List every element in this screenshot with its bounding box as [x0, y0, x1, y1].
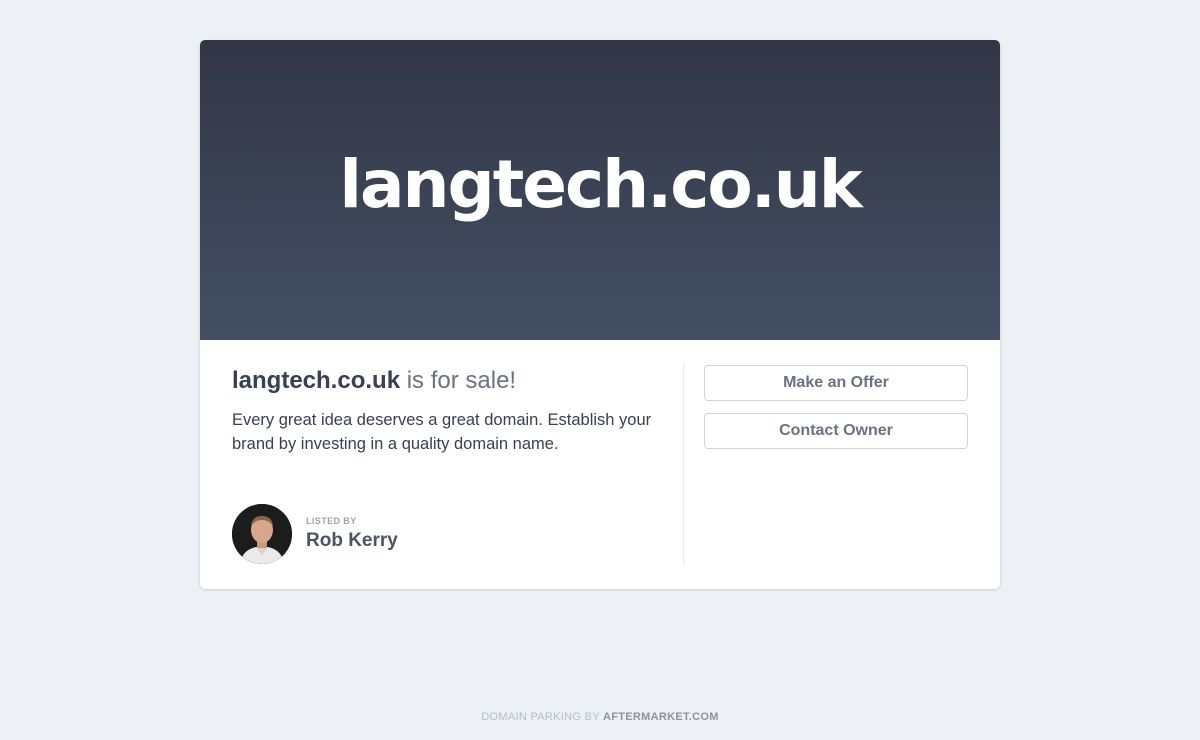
make-offer-button[interactable]: Make an Offer [704, 365, 968, 401]
contact-owner-button[interactable]: Contact Owner [704, 413, 968, 449]
seller-avatar-image [232, 504, 292, 564]
footer-prefix: DOMAIN PARKING BY [481, 711, 604, 723]
hero-banner: langtech.co.uk [200, 40, 1000, 340]
seller-name: Rob Kerry [306, 530, 398, 551]
card-body: langtech.co.uk is for sale! Every great … [200, 340, 1000, 589]
domain-card: langtech.co.uk langtech.co.uk is for sal… [200, 40, 1000, 589]
action-buttons: Make an Offer Contact Owner [704, 365, 968, 449]
listed-by-label: LISTED BY [306, 516, 357, 526]
seller-info: LISTED BY Rob Kerry [232, 504, 398, 564]
hero-domain-title: langtech.co.uk [339, 145, 862, 223]
sale-domain: langtech.co.uk [232, 367, 401, 394]
footer-credit: DOMAIN PARKING BY AFTERMARKET.COM [0, 711, 1200, 723]
seller-text: LISTED BY Rob Kerry [306, 516, 398, 552]
sale-suffix: is for sale! [400, 367, 517, 394]
sale-headline: langtech.co.uk is for sale! [232, 366, 672, 396]
sale-info: langtech.co.uk is for sale! Every great … [232, 366, 672, 456]
seller-avatar [232, 504, 292, 564]
footer-brand-link[interactable]: AFTERMARKET.COM [603, 711, 719, 723]
vertical-divider [683, 365, 684, 563]
sale-description: Every great idea deserves a great domain… [232, 411, 652, 453]
